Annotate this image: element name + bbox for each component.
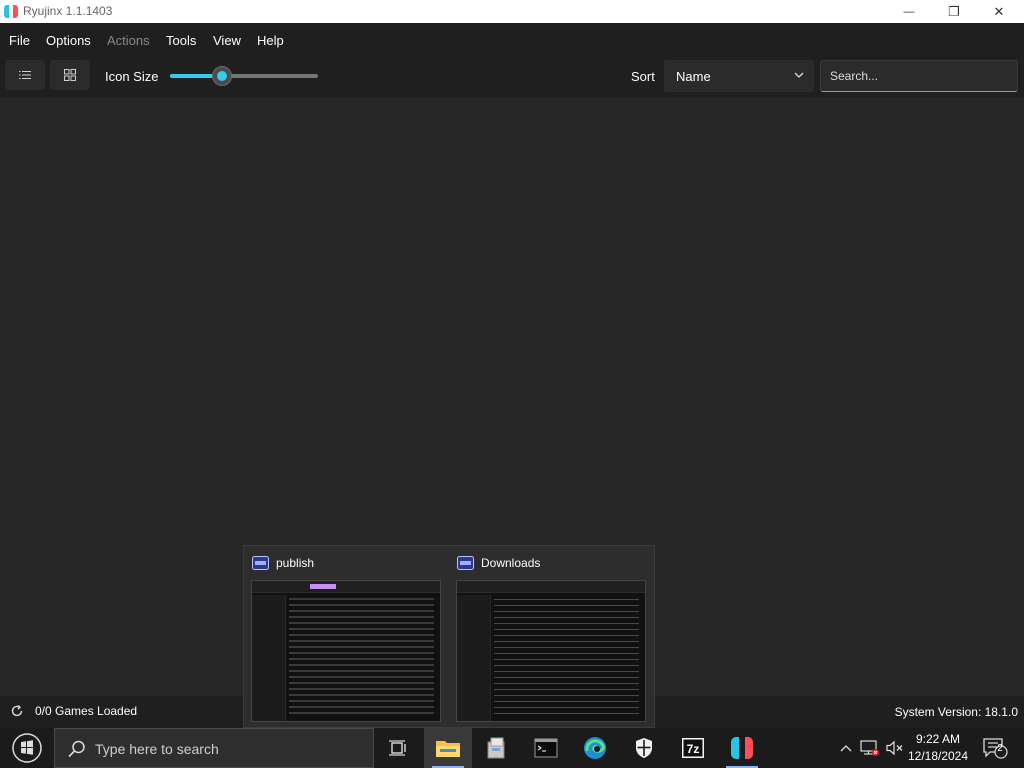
task-view-icon [389, 740, 406, 756]
window-thumbnail [456, 580, 646, 722]
menu-file[interactable]: File [9, 33, 30, 48]
menu-actions[interactable]: Actions [107, 33, 150, 48]
restore-icon: ❐ [948, 3, 960, 19]
system-version-text: System Version: 18.1.0 [894, 705, 1018, 719]
minimize-button[interactable]: — [886, 0, 932, 23]
installer-button[interactable] [473, 728, 521, 768]
title-bar: Ryujinx 1.1.1403 — ❐ ✕ [0, 0, 1024, 23]
window-title: Ryujinx 1.1.1403 [23, 4, 113, 18]
ryujinx-window: Ryujinx 1.1.1403 — ❐ ✕ File Options Acti… [0, 0, 1024, 768]
chevron-up-icon [840, 745, 852, 752]
installer-icon [487, 737, 505, 759]
games-loaded-text: 0/0 Games Loaded [35, 704, 138, 718]
menu-tools[interactable]: Tools [166, 33, 196, 48]
close-button[interactable]: ✕ [976, 0, 1022, 23]
window-thumbnail [251, 580, 441, 722]
thumbnail-label: Downloads [481, 556, 541, 570]
restore-button[interactable]: ❐ [931, 0, 977, 23]
7zip-icon: 7z [682, 738, 704, 758]
grid-view-button[interactable] [50, 60, 90, 90]
volume-tray-button[interactable] [884, 728, 906, 768]
svg-text:7z: 7z [687, 742, 700, 756]
7zip-button[interactable]: 7z [669, 728, 717, 768]
windows-logo-icon [12, 733, 42, 763]
thumbnail-downloads[interactable]: Downloads [449, 546, 654, 729]
folder-window-icon [252, 556, 269, 570]
mini-nav-pane [252, 595, 286, 721]
taskbar-search-placeholder: Type here to search [95, 741, 219, 757]
icon-size-label: Icon Size [105, 69, 159, 84]
search-icon [68, 740, 85, 758]
notification-center-button[interactable]: 2 [978, 728, 1012, 768]
task-view-button[interactable] [374, 728, 422, 768]
chevron-down-icon [794, 72, 804, 78]
taskbar-search-box[interactable]: Type here to search [54, 728, 374, 768]
mini-toolbar [457, 581, 645, 593]
show-hidden-icons-button[interactable] [836, 728, 856, 768]
network-icon [860, 740, 879, 756]
thumbnail-publish[interactable]: publish [244, 546, 449, 729]
mini-toolbar [252, 581, 440, 593]
toolbar: Icon Size Sort Name [0, 57, 1024, 98]
terminal-icon [534, 738, 558, 758]
menu-help[interactable]: Help [257, 33, 284, 48]
minimize-icon: — [903, 5, 915, 18]
terminal-button[interactable] [522, 728, 570, 768]
mini-file-list [494, 596, 639, 716]
security-shield-icon [636, 738, 652, 758]
menu-options[interactable]: Options [46, 33, 91, 48]
windows-security-button[interactable] [620, 728, 668, 768]
menu-view[interactable]: View [213, 33, 241, 48]
volume-muted-icon [886, 740, 903, 756]
slider-thumb[interactable] [212, 66, 232, 86]
notification-count-badge: 2 [997, 743, 1003, 754]
windows-taskbar: Type here to search 7z 9:22 AM 12/18/202… [0, 728, 1024, 768]
search-box[interactable] [820, 60, 1018, 92]
mini-file-list [289, 596, 434, 716]
file-explorer-button[interactable] [424, 728, 472, 768]
sort-dropdown[interactable]: Name [664, 60, 814, 92]
file-explorer-icon [436, 741, 460, 757]
close-icon: ✕ [993, 3, 1005, 19]
edge-icon [584, 737, 606, 759]
taskbar-thumbnail-preview: publish Downloads [243, 545, 655, 728]
sort-value: Name [676, 69, 711, 84]
menu-bar: File Options Actions Tools View Help [0, 23, 1024, 57]
folder-window-icon [457, 556, 474, 570]
edge-button[interactable] [571, 728, 619, 768]
sort-label: Sort [631, 69, 655, 84]
start-button[interactable] [0, 728, 54, 768]
clock-time: 9:22 AM [915, 732, 961, 746]
refresh-icon[interactable] [10, 704, 24, 718]
mini-nav-pane [457, 595, 491, 721]
ryujinx-logo [4, 5, 18, 18]
grid-icon [64, 69, 76, 81]
list-view-button[interactable] [5, 60, 45, 90]
list-icon [19, 71, 31, 79]
search-input[interactable] [830, 69, 1010, 83]
taskbar-clock[interactable]: 9:22 AM 12/18/2024 [905, 731, 971, 765]
ryujinx-icon [731, 737, 753, 759]
icon-size-slider[interactable] [170, 65, 318, 87]
ryujinx-taskbar-button[interactable] [718, 728, 766, 768]
network-tray-button[interactable] [858, 728, 882, 768]
thumbnail-label: publish [276, 556, 315, 570]
clock-date: 12/18/2024 [907, 749, 969, 763]
